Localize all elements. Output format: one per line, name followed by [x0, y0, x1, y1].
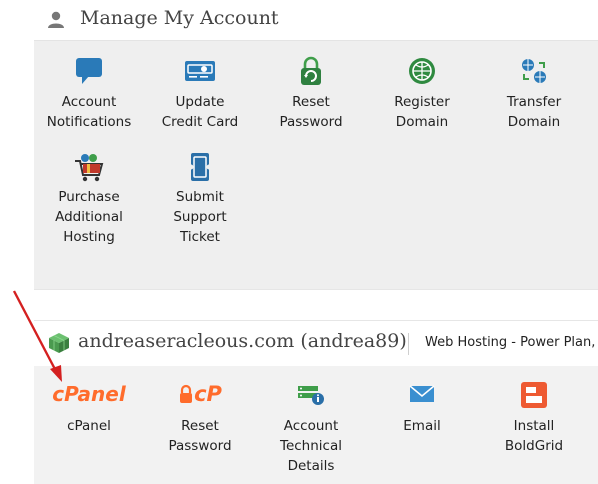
shopping-cart-icon	[75, 154, 104, 182]
tile-transfer-domain[interactable]: Transfer Domain	[486, 56, 582, 132]
user-icon	[48, 11, 64, 28]
tile-label-line2: Support	[173, 209, 227, 225]
tile-install-boldgrid[interactable]: Install BoldGrid	[486, 380, 582, 456]
tile-label-line2: Domain	[507, 114, 561, 130]
tile-label-line1: Reset	[181, 418, 219, 434]
tile-label-line1: Transfer	[506, 94, 562, 110]
tile-label-line1: Install	[513, 418, 555, 434]
tile-cpanel[interactable]: cPanel cPanel	[41, 380, 137, 436]
padlock-refresh-icon	[301, 56, 321, 85]
tile-label-line1: Reset	[292, 94, 330, 110]
server-info-icon	[298, 386, 324, 405]
tile-label-line3: Ticket	[180, 229, 220, 245]
divider	[34, 289, 598, 290]
tile-register-domain[interactable]: Register Domain	[374, 56, 470, 132]
chat-bubble-icon	[76, 58, 102, 84]
manage-account-title: Manage My Account	[80, 7, 279, 29]
tile-label-line3: Details	[287, 458, 335, 474]
tile-label-line1: Update	[175, 94, 225, 110]
hosting-plan-label: Web Hosting - Power Plan, '	[425, 335, 598, 350]
tile-label-line1: Account	[61, 94, 117, 110]
manage-account-header: Manage My Account	[34, 0, 598, 41]
ticket-icon	[188, 153, 212, 181]
tile-label-line1: Email	[403, 418, 441, 434]
hosting-account-panel: cPanel cPanel cP Reset Password Account …	[34, 366, 598, 484]
transfer-globes-icon	[522, 59, 546, 83]
tile-label-line1: Submit	[176, 189, 224, 205]
cpanel-cp-logo: cP	[194, 382, 222, 406]
hosting-account-header: andreaseracleous.com (andrea89) Web Host…	[34, 320, 598, 367]
tile-label-line2: Credit Card	[161, 114, 239, 130]
tile-account-technical-details[interactable]: Account Technical Details	[263, 380, 359, 476]
tile-label-line2: Technical	[280, 438, 342, 454]
account-domain-title: andreaseracleous.com (andrea89)	[78, 330, 407, 352]
tile-reset-password[interactable]: Reset Password	[263, 56, 359, 132]
boldgrid-icon	[521, 382, 547, 408]
tile-label-line2: Notifications	[46, 114, 132, 130]
tile-account-notifications[interactable]: Account Notifications	[41, 56, 137, 132]
lock-icon	[180, 384, 193, 403]
tile-label-line2: Password	[168, 438, 232, 454]
tile-submit-ticket[interactable]: Submit Support Ticket	[152, 151, 248, 247]
tile-cpanel-reset-password[interactable]: cP Reset Password	[152, 380, 248, 456]
manage-account-panel: Account Notifications Update Credit Card	[34, 41, 598, 290]
tile-update-credit-card[interactable]: Update Credit Card	[152, 56, 248, 132]
tile-label-line1: Account	[283, 418, 339, 434]
credit-card-icon	[185, 61, 215, 81]
tile-label-line1: cPanel	[67, 418, 111, 434]
header-separator	[408, 333, 409, 355]
annotation-arrow-icon	[12, 290, 62, 382]
tile-label-line1: Register	[394, 94, 450, 110]
tile-email[interactable]: Email	[374, 380, 470, 436]
tile-label-line2: Password	[279, 114, 343, 130]
tile-label-line2: Additional	[55, 209, 123, 225]
tile-purchase-hosting[interactable]: Purchase Additional Hosting	[41, 151, 137, 247]
tile-label-line2: BoldGrid	[504, 438, 564, 454]
envelope-icon	[409, 385, 435, 402]
globe-icon	[409, 58, 435, 84]
tile-label-line1: Purchase	[58, 189, 120, 205]
tile-label-line2: Domain	[395, 114, 449, 130]
tile-label-line3: Hosting	[63, 229, 115, 245]
